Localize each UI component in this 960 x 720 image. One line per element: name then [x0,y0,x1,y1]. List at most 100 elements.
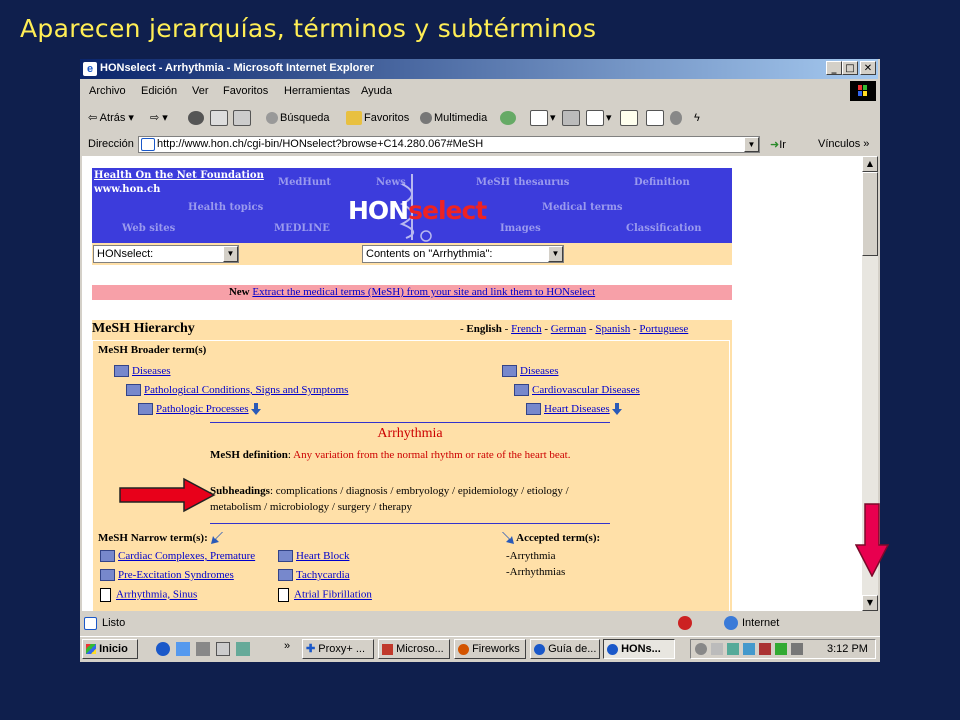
favorites-button[interactable]: Favoritos [346,109,409,127]
divider [210,422,610,423]
tree-item[interactable]: Diseases [114,365,171,378]
document-icon [100,588,111,602]
folder-icon [100,569,115,582]
notepad-quicklaunch-icon[interactable] [216,642,230,656]
window-titlebar[interactable]: e HONselect - Arrhythmia - Microsoft Int… [80,59,878,79]
close-button[interactable]: ✕ [860,61,876,75]
address-dropdown-button[interactable]: ▼ [744,137,759,152]
list-item[interactable]: Arrhythmia, Sinus [100,588,197,602]
app-quicklaunch-icon[interactable] [236,642,250,656]
tray-icon[interactable] [743,643,755,655]
page-icon [141,137,155,151]
refresh-button[interactable] [210,109,230,127]
menu-ver[interactable]: Ver [192,85,209,97]
stop-button[interactable] [188,109,206,127]
go-button[interactable]: ➜Ir [770,138,786,151]
lang-spanish-link[interactable]: Spanish [595,323,630,335]
lightning-button[interactable]: ϟ [694,109,700,127]
list-item[interactable]: Pre-Excitation Syndromes [100,569,234,582]
edit-button[interactable]: ▾ [586,109,612,127]
quicklaunch-more-icon[interactable]: » [284,640,290,652]
list-item[interactable]: Atrial Fibrillation [278,588,372,602]
home-button[interactable] [233,109,253,127]
page-content: Health On the Net Foundation www.hon.ch … [82,156,864,611]
outlook-quicklaunch-icon[interactable] [176,642,190,656]
page-done-icon [84,617,97,630]
menu-edicion[interactable]: Edición [141,85,177,97]
research-icon [646,110,664,127]
nav-medhunt[interactable]: MedHunt [278,177,331,188]
folder-icon [502,365,517,378]
nav-mesh-thesaurus[interactable]: MeSH thesaurus [476,177,569,188]
nav-classification[interactable]: Classification [626,223,702,234]
minimize-button[interactable]: _ [826,61,842,75]
tray-icon[interactable] [775,643,787,655]
mesh-hierarchy-panel: MeSH Hierarchy - English - French - Germ… [92,320,732,611]
tray-icon[interactable] [695,643,707,655]
lang-portuguese-link[interactable]: Portuguese [639,323,688,335]
combo-dropdown-arrow[interactable]: ▼ [223,246,238,262]
links-button[interactable]: Vínculos » [818,138,869,150]
nav-medline[interactable]: MEDLINE [274,223,330,234]
tray-icon[interactable] [711,643,723,655]
menu-favoritos[interactable]: Favoritos [223,85,268,97]
list-item[interactable]: Heart Block [278,550,349,563]
tree-item[interactable]: Pathological Conditions, Signs and Sympt… [126,384,348,397]
nav-definition[interactable]: Definition [634,177,690,188]
start-button[interactable]: Inicio [82,639,138,659]
list-item[interactable]: Tachycardia [278,569,350,582]
menu-herramientas[interactable]: Herramientas [284,85,350,97]
task-guia[interactable]: Guía de... [530,639,600,659]
hon-foundation-link[interactable]: Health On the Net Foundation [94,170,264,181]
forward-button[interactable]: ⇨ ▾ [150,109,168,127]
extract-terms-link[interactable]: Extract the medical terms (MeSH) from yo… [252,286,595,298]
tree-item[interactable]: Heart Diseases [526,403,623,416]
address-input[interactable]: http://www.hon.ch/cgi-bin/HONselect?brow… [138,136,760,153]
honselect-combo[interactable]: HONselect: ▼ [93,245,239,263]
nav-images[interactable]: Images [500,223,541,234]
tray-icon[interactable] [791,643,803,655]
tree-item[interactable]: Diseases [502,365,559,378]
scroll-up-button[interactable]: ▲ [862,156,878,172]
research-button[interactable] [646,109,666,127]
powerpoint-icon [382,643,393,655]
nav-medical-terms[interactable]: Medical terms [542,202,623,213]
mail-button[interactable]: ▾ [530,109,556,127]
fireworks-icon [458,643,469,655]
folder-icon [278,550,293,563]
mesh-hierarchy-title: MeSH Hierarchy [92,321,195,336]
maximize-button[interactable]: □ [842,61,858,75]
nav-web-sites[interactable]: Web sites [122,223,175,234]
contents-combo[interactable]: Contents on "Arrhythmia": ▼ [362,245,564,263]
multimedia-button[interactable]: Multimedia [420,109,487,127]
task-fireworks[interactable]: Fireworks [454,639,526,659]
task-microsoft[interactable]: Microso... [378,639,450,659]
lang-french-link[interactable]: French [511,323,542,335]
window-title: HONselect - Arrhythmia - Microsoft Inter… [100,62,375,74]
tree-item[interactable]: Cardiovascular Diseases [514,384,640,397]
nav-health-topics[interactable]: Health topics [188,202,263,213]
scroll-thumb[interactable] [862,172,878,256]
tray-icon[interactable] [727,643,739,655]
discuss-button[interactable] [620,109,640,127]
menu-archivo[interactable]: Archivo [89,85,126,97]
print-button[interactable] [562,109,582,127]
zone-text: Internet [742,617,780,629]
hon-select-logo: HONselect [348,196,487,225]
ie-quicklaunch-icon[interactable] [156,642,170,656]
back-button[interactable]: ⇦ Atrás ▾ [88,109,134,127]
search-button[interactable]: Búsqueda [266,109,330,127]
messenger-button[interactable] [670,109,684,127]
combo-dropdown-arrow[interactable]: ▼ [548,246,563,262]
history-button[interactable] [500,109,518,127]
menu-ayuda[interactable]: Ayuda [361,85,392,97]
task-honselect-active[interactable]: HONs... [603,639,675,659]
search-quicklaunch-icon[interactable] [196,642,210,656]
list-item[interactable]: Cardiac Complexes, Premature [100,550,255,563]
tray-icon[interactable] [759,643,771,655]
lang-german-link[interactable]: German [551,323,586,335]
multimedia-icon [420,112,432,125]
scroll-down-button[interactable]: ▼ [862,595,878,611]
task-proxy[interactable]: ✚ Proxy+ ... [302,639,374,659]
tree-item[interactable]: Pathologic Processes [138,403,262,416]
